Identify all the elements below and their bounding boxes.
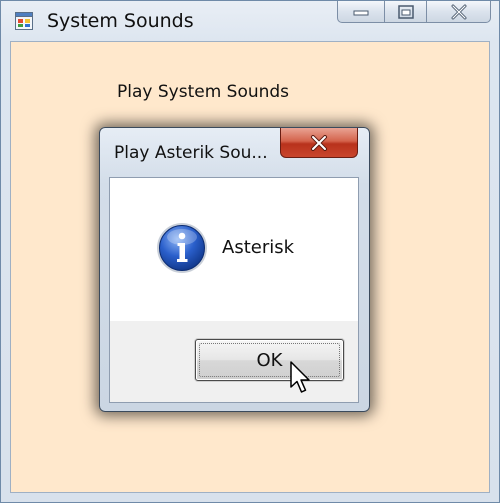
- maximize-icon: [397, 4, 414, 19]
- play-system-sounds-label: Play System Sounds: [117, 82, 290, 102]
- dialog-body: Asterisk OK: [109, 177, 359, 403]
- maximize-button[interactable]: [385, 1, 427, 23]
- close-icon: [451, 4, 466, 19]
- dialog-message: Asterisk: [222, 237, 295, 258]
- close-icon: [311, 134, 327, 151]
- window-title: System Sounds: [47, 10, 194, 32]
- minimize-button[interactable]: [337, 1, 385, 23]
- ok-button[interactable]: OK: [195, 339, 344, 381]
- caption-buttons: [337, 1, 491, 25]
- message-box-dialog: Play Asterik Sou... Asterisk OK: [99, 127, 370, 412]
- title-bar[interactable]: System Sounds: [1, 1, 499, 41]
- close-button[interactable]: [427, 1, 491, 23]
- dialog-title: Play Asterik Sou...: [114, 143, 268, 163]
- minimize-icon: [353, 10, 369, 15]
- ok-button-label: OK: [256, 349, 283, 371]
- arrow-pointer-icon: [290, 361, 310, 393]
- dialog-close-button[interactable]: [280, 128, 358, 158]
- app-window-icon: [15, 12, 33, 30]
- dialog-message-area: Asterisk: [110, 178, 358, 321]
- information-icon: [157, 223, 207, 273]
